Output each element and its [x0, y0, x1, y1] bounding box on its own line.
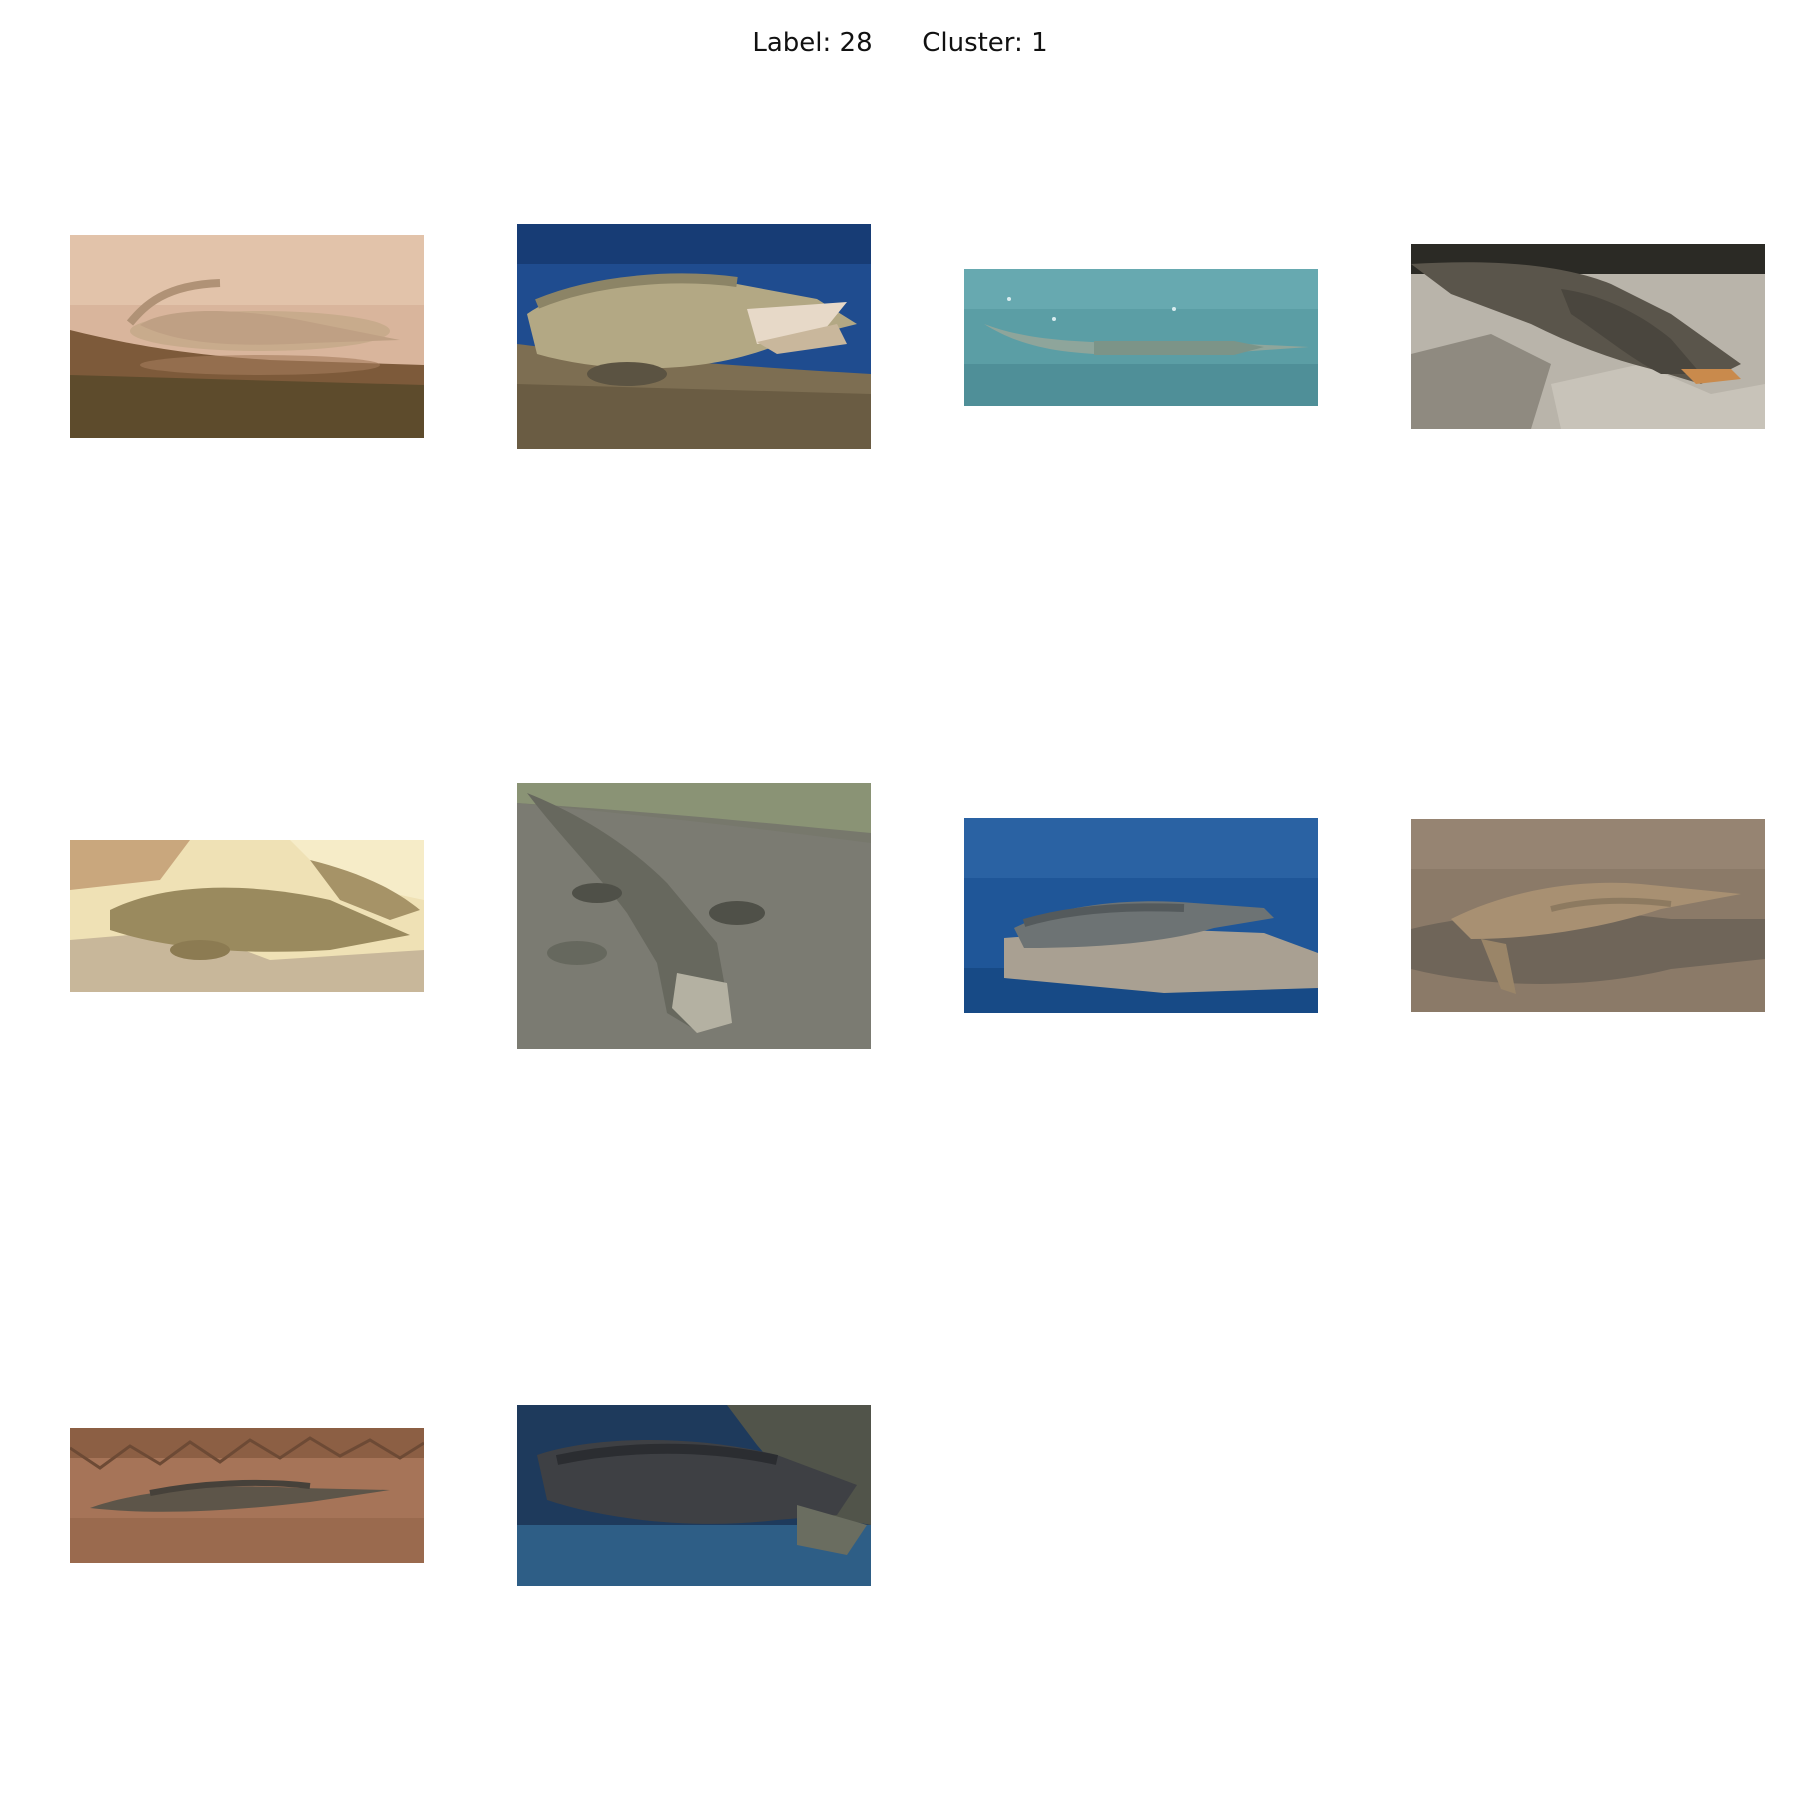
crocodile-image-7-graphic	[964, 818, 1318, 1013]
crocodile-image-8-graphic	[1411, 819, 1765, 1012]
crocodile-image-3	[964, 269, 1318, 406]
figure-title: Label: 28 Cluster: 1	[752, 28, 1048, 58]
crocodile-image-5-graphic	[70, 840, 424, 992]
crocodile-image-9-graphic	[70, 1428, 424, 1563]
crocodile-image-10-graphic	[517, 1405, 871, 1586]
crocodile-image-6	[517, 783, 871, 1049]
crocodile-image-1-graphic	[70, 235, 424, 438]
crocodile-image-8	[1411, 819, 1765, 1012]
crocodile-image-2-graphic	[517, 224, 871, 449]
crocodile-image-4	[1411, 244, 1765, 429]
crocodile-image-2	[517, 224, 871, 449]
crocodile-image-10	[517, 1405, 871, 1586]
crocodile-image-6-graphic	[517, 783, 871, 1049]
crocodile-image-1	[70, 235, 424, 438]
crocodile-image-7	[964, 818, 1318, 1013]
crocodile-image-5	[70, 840, 424, 992]
crocodile-image-9	[70, 1428, 424, 1563]
crocodile-image-4-graphic	[1411, 244, 1765, 429]
crocodile-image-3-graphic	[964, 269, 1318, 406]
